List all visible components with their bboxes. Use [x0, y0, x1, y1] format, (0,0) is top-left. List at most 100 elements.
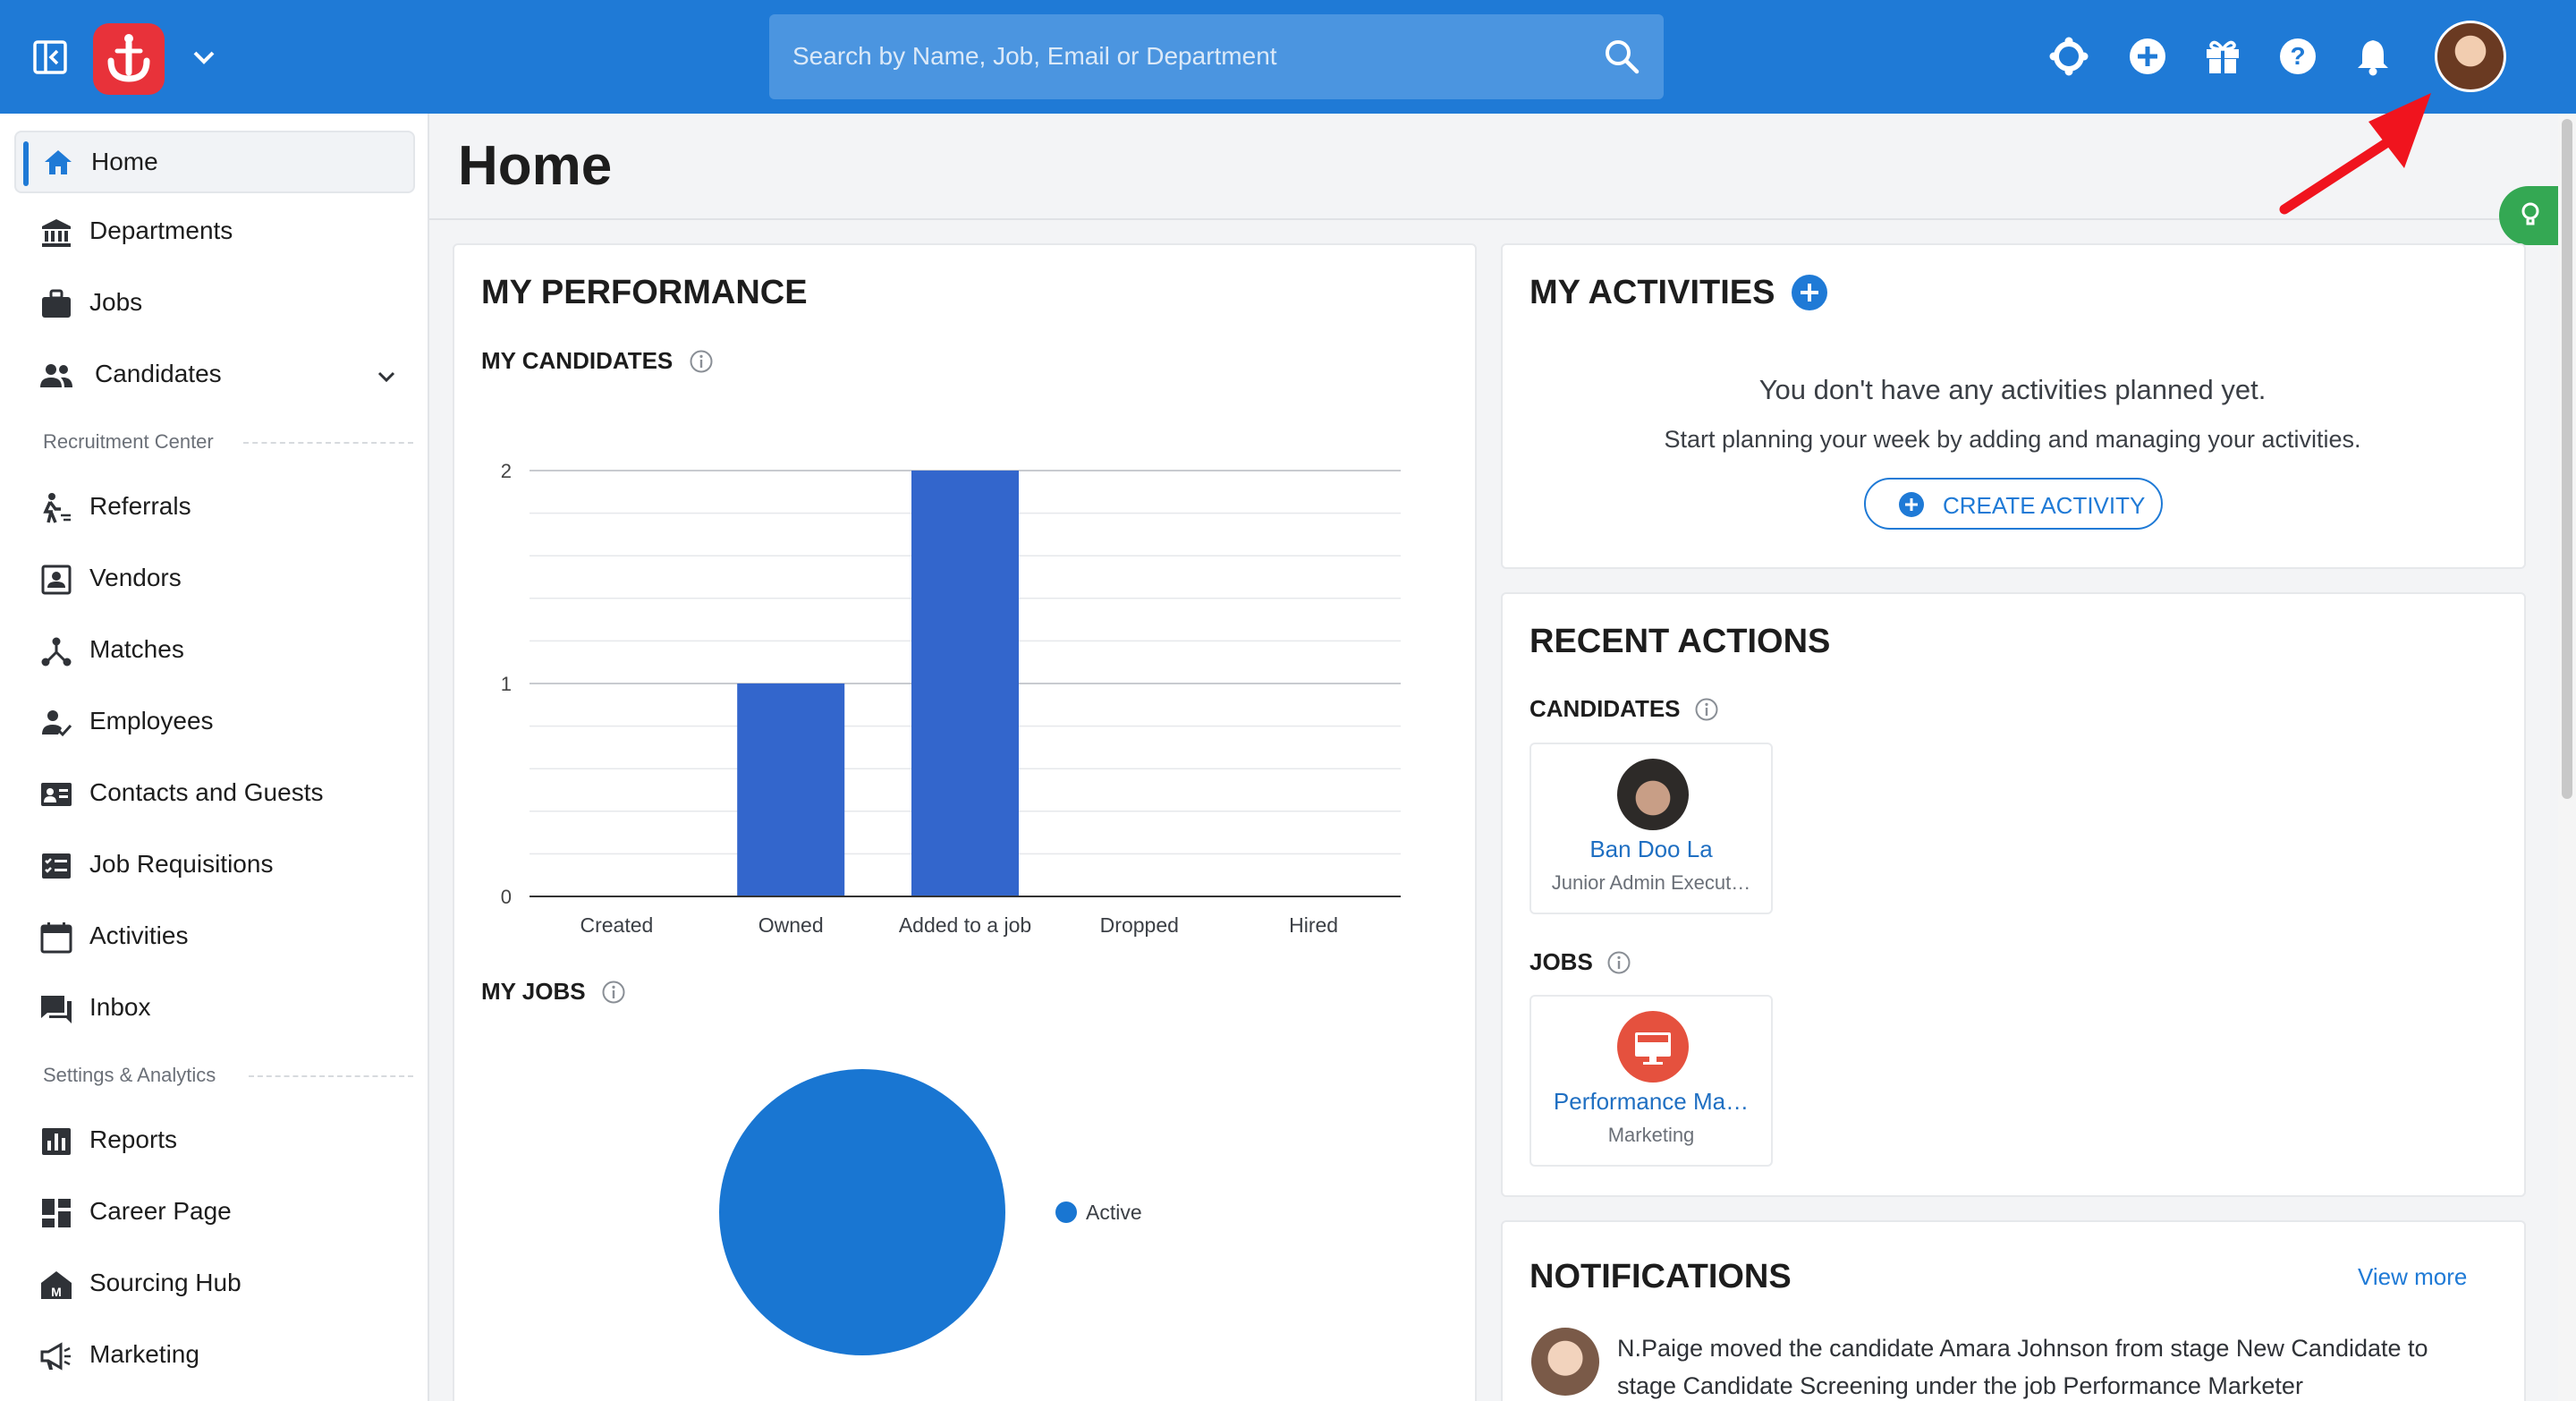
search-bar[interactable]: Search by Name, Job, Email or Department: [769, 14, 1664, 99]
recent-candidate-card[interactable]: Ban Doo La Junior Admin Execut…: [1530, 743, 1773, 914]
bar-added-to-a-job: [911, 471, 1019, 896]
svg-text:M: M: [51, 1285, 62, 1299]
sidebar-item-matches[interactable]: Matches: [14, 620, 415, 683]
lightbulb-icon: [2521, 202, 2539, 225]
tips-button[interactable]: [2499, 186, 2558, 245]
create-activity-label: CREATE ACTIVITY: [1943, 492, 2146, 519]
search-icon[interactable]: [1603, 38, 1640, 75]
recent-job-card[interactable]: Performance Ma… Marketing: [1530, 995, 1773, 1167]
sidebar-item-contacts[interactable]: Contacts and Guests: [14, 763, 415, 826]
inbox-icon: [41, 996, 72, 1023]
job-department: Marketing: [1607, 1124, 1695, 1146]
svg-text:?: ?: [2290, 42, 2305, 70]
chevron-down-icon[interactable]: [374, 364, 399, 389]
megaphone-icon: [40, 1342, 71, 1371]
dashboard-icon: [42, 1199, 71, 1227]
create-activity-button[interactable]: CREATE ACTIVITY: [1864, 478, 2163, 530]
employee-icon: [42, 710, 72, 737]
sidebar-item-jobs[interactable]: Jobs: [14, 273, 415, 335]
view-more-link[interactable]: View more: [2358, 1263, 2467, 1291]
x-tick-label: Added to a job: [899, 913, 1031, 937]
job-marketing-icon: [1617, 1011, 1689, 1083]
bank-icon: [42, 219, 71, 247]
section-divider: [249, 1075, 413, 1077]
sidebar-item-inbox[interactable]: Inbox: [14, 978, 415, 1040]
x-tick-label: Created: [580, 913, 653, 937]
sidebar-item-reports[interactable]: Reports: [14, 1110, 415, 1173]
annotation-arrow: [2279, 93, 2431, 215]
brand-logo[interactable]: [93, 23, 165, 95]
bell-icon[interactable]: [2352, 36, 2394, 77]
vendor-icon: [41, 565, 72, 595]
scrollbar[interactable]: [2558, 114, 2576, 1401]
sidebar-item-label: Employees: [89, 707, 214, 734]
notifications-title: NOTIFICATIONS: [1530, 1258, 1792, 1295]
sidebar-item-label: Jobs: [89, 288, 143, 316]
sidebar-item-activities[interactable]: Activities: [14, 906, 415, 969]
x-tick-label: Hired: [1289, 913, 1338, 937]
gift-icon[interactable]: [2202, 36, 2243, 77]
sidebar-item-label: Candidates: [95, 360, 222, 387]
requisition-icon: [42, 853, 71, 879]
sidebar-item-referrals[interactable]: Referrals: [14, 477, 415, 539]
sidebar-item-employees[interactable]: Employees: [14, 692, 415, 754]
integrations-icon[interactable]: [2048, 36, 2089, 77]
sidebar-toggle-icon[interactable]: [32, 39, 68, 75]
chevron-down-icon[interactable]: [188, 45, 220, 72]
notification-avatar: [1531, 1328, 1599, 1396]
activities-title: MY ACTIVITIES: [1530, 274, 1775, 311]
candidate-avatar: [1617, 759, 1689, 830]
matches-icon: [41, 637, 72, 667]
calendar-icon: [40, 922, 72, 954]
info-icon[interactable]: [601, 980, 626, 1005]
sidebar-item-job-requisitions[interactable]: Job Requisitions: [14, 835, 415, 897]
section-label-recruitment: Recruitment Center: [43, 430, 214, 453]
add-icon[interactable]: [2127, 36, 2168, 77]
sidebar-item-label: Job Requisitions: [89, 850, 274, 878]
help-icon[interactable]: ?: [2277, 36, 2318, 77]
sidebar-item-vendors[interactable]: Vendors: [14, 548, 415, 611]
scrollbar-thumb[interactable]: [2562, 119, 2572, 799]
home-icon: [45, 150, 72, 174]
sidebar-item-sourcing-hub[interactable]: M Sourcing Hub: [14, 1253, 415, 1316]
sidebar-item-candidates[interactable]: Candidates: [14, 344, 415, 407]
candidates-bar-chart: 0 1 2 Created Owned Added to a job Dropped Hire…: [501, 460, 1401, 937]
y-tick-label: 1: [501, 673, 512, 695]
info-icon[interactable]: [1606, 950, 1631, 975]
pie-slice-active: [719, 1069, 1005, 1355]
sidebar-item-label: Sourcing Hub: [89, 1269, 242, 1296]
candidate-name[interactable]: Ban Doo La: [1531, 836, 1771, 863]
search-input[interactable]: Search by Name, Job, Email or Department: [792, 42, 1277, 71]
sidebar-item-label: Matches: [89, 635, 184, 663]
y-tick-label: 2: [501, 460, 512, 482]
sidebar-item-career-page[interactable]: Career Page: [14, 1182, 415, 1244]
page-title: Home: [458, 135, 613, 197]
bar-owned: [737, 684, 845, 896]
top-bar: Search by Name, Job, Email or Department…: [0, 0, 2576, 114]
sidebar-item-departments[interactable]: Departments: [14, 201, 415, 264]
sidebar-item-marketing[interactable]: Marketing: [14, 1325, 415, 1388]
briefcase-icon: [42, 289, 71, 318]
recent-candidates-label: CANDIDATES: [1530, 695, 1681, 722]
info-icon[interactable]: [689, 349, 714, 374]
sidebar-item-label: Contacts and Guests: [89, 778, 324, 806]
recent-jobs-label: JOBS: [1530, 948, 1593, 975]
add-activity-icon[interactable]: [1791, 274, 1828, 311]
job-name[interactable]: Performance Ma…: [1531, 1088, 1771, 1116]
jobs-pie-chart: Active: [719, 1069, 1142, 1355]
info-icon[interactable]: [1694, 697, 1719, 722]
sidebar-item-label: Inbox: [89, 993, 151, 1021]
sidebar-item-label: Marketing: [89, 1340, 199, 1368]
legend-swatch: [1055, 1201, 1077, 1223]
legend-label: Active: [1086, 1201, 1142, 1224]
notification-item[interactable]: N.Paige moved the candidate Amara Johnso…: [1617, 1329, 2476, 1401]
sidebar: Home Departments Jobs Candidates Recruit…: [0, 114, 429, 1401]
sidebar-item-home[interactable]: Home: [14, 131, 415, 193]
activities-empty-title: You don't have any activities planned ye…: [1758, 374, 2267, 405]
candidate-role: Junior Admin Execut…: [1551, 871, 1751, 894]
reports-icon: [42, 1128, 71, 1155]
sidebar-item-label: Referrals: [89, 492, 191, 520]
contact-card-icon: [41, 783, 72, 806]
sidebar-item-label: Departments: [89, 217, 233, 244]
recent-actions-title: RECENT ACTIONS: [1530, 623, 1831, 660]
